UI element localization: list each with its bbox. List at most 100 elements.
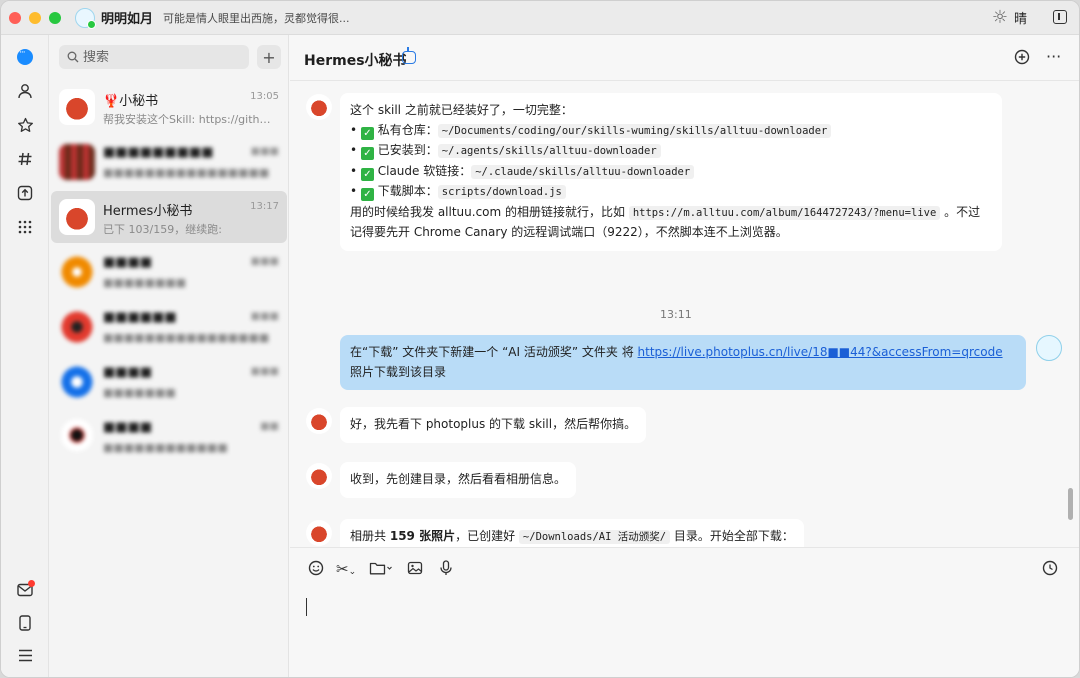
conversation-name: ■■■■ [103, 365, 153, 380]
my-avatar[interactable] [75, 7, 96, 29]
conversation-item[interactable]: 🦞小秘书 帮我安装这个Skill: https://github.c... 13… [51, 81, 287, 133]
upload-icon[interactable] [15, 183, 35, 203]
code-path[interactable]: ~/.claude/skills/alltuu-downloader [471, 164, 695, 179]
code-path[interactable]: ~/Documents/coding/our/skills-wuming/ski… [437, 123, 832, 138]
my-name[interactable]: 明明如月 [101, 8, 153, 27]
conversation-preview: ■■■■■■■■ [103, 276, 187, 289]
chat-pane: Hermes小秘书 ··· 这个 skill 之前就已经装好了，一切完整： • … [290, 35, 1079, 677]
conversation-item[interactable]: ■■■■■■■■■ ■■■■■■■■■■■■■■■■ ■■■ [51, 136, 287, 188]
conversation-name: 🦞小秘书 [103, 94, 159, 109]
conversation-avatar [59, 89, 95, 125]
message-bubble: 好，我先看下 photoplus 的下载 skill，然后帮你搞。 [340, 407, 647, 443]
list-item: • ✓ 已安装到： ~/.agents/skills/alltuu-downloa… [350, 141, 992, 162]
search-box[interactable] [59, 45, 249, 69]
conversation-time: ■■■ [250, 256, 279, 267]
conversation-time: ■■■ [250, 311, 279, 322]
check-icon: ✓ [360, 147, 374, 160]
chat-title[interactable]: Hermes小秘书 [304, 50, 407, 70]
message-text: 好，我先看下 photoplus 的下载 skill，然后帮你搞。 [350, 417, 637, 431]
close-window-button[interactable] [9, 11, 21, 24]
search-icon [67, 51, 79, 63]
message-text: 收到，先创建目录，然后看看相册信息。 [350, 472, 567, 486]
bot-avatar[interactable] [306, 463, 332, 489]
conversation-avatar [59, 199, 95, 235]
my-message-bubble: 在“下载” 文件夹下新建一个 “AI 活动颁奖” 文件夹 将 https://l… [340, 335, 1026, 390]
message-bubble: 这个 skill 之前就已经装好了，一切完整： • ✓ 私有仓库： ~/Docum… [340, 93, 1002, 251]
conversation-preview: ■■■■■■■■■■■■■■■■ [103, 166, 270, 179]
microphone-icon[interactable] [440, 560, 452, 580]
scissors-icon[interactable]: ✂︎⌄ [336, 560, 356, 578]
conversation-item[interactable]: ■■■■ ■■■■■■■■■■■■ ■■ [51, 411, 287, 463]
photoplus-link[interactable]: https://live.photoplus.cn/live/18■■44?&a… [638, 345, 1003, 359]
message-input[interactable] [304, 594, 1064, 670]
plus-icon: + [262, 47, 276, 67]
check-icon: ✓ [360, 126, 374, 140]
conversation-time: ■■ [260, 421, 279, 432]
add-button[interactable]: + [257, 45, 281, 69]
favorites-icon[interactable] [15, 115, 35, 135]
search-input[interactable] [83, 49, 233, 65]
apps-icon[interactable] [15, 217, 35, 237]
window-controls [9, 11, 61, 24]
message-list: 这个 skill 之前就已经装好了，一切完整： • ✓ 私有仓库： ~/Docum… [290, 82, 1079, 547]
minimize-window-button[interactable] [29, 11, 41, 24]
conversation-item[interactable]: ■■■■ ■■■■■■■ ■■■ [51, 356, 287, 408]
sidebar-toggle-icon[interactable] [1053, 10, 1067, 24]
phone-icon[interactable] [15, 613, 35, 633]
my-status[interactable]: 可能是情人眼里出西施，灵都觉得很... [163, 10, 350, 26]
contacts-icon[interactable] [15, 81, 35, 101]
my-avatar[interactable] [1036, 335, 1062, 361]
weather[interactable]: ☼ 晴 [992, 8, 1027, 27]
add-chat-icon[interactable] [1014, 49, 1030, 69]
weather-text: 晴 [1013, 12, 1027, 27]
conversation-name: ■■■■■■■■■ [103, 145, 214, 160]
code-path[interactable]: scripts/download.js [437, 185, 566, 199]
conversation-item[interactable]: ■■■■ ■■■■■■■■ ■■■ [51, 246, 287, 298]
folder-icon[interactable] [369, 560, 393, 580]
nav-rail [1, 35, 49, 677]
conversation-preview: ■■■■■■■■■■■■■■■■ [103, 331, 270, 344]
menu-icon[interactable] [15, 645, 35, 665]
conversation-name: ■■■■■■ [103, 310, 177, 325]
title-bar: 明明如月 可能是情人眼里出西施，灵都觉得很... ☼ 晴 [1, 1, 1079, 35]
conversation-preview: 已下 103/159，继续跑: [103, 223, 222, 236]
conversation-preview: 帮我安装这个Skill: https://github.c... [103, 113, 273, 126]
message-bubble: 收到，先创建目录，然后看看相册信息。 [340, 462, 577, 498]
conversation-time: 13:17 [250, 201, 279, 212]
message-text: 用的时候给我发 alltuu.com 的相册链接就行，比如 https://m.… [350, 204, 981, 240]
list-item: • ✓ Claude 软链接： ~/.claude/skills/alltuu-d… [350, 162, 992, 183]
list-item: • ✓ 私有仓库： ~/Documents/coding/our/skills-w… [350, 121, 992, 142]
app-window: 明明如月 可能是情人眼里出西施，灵都觉得很... ☼ 晴 ··· 搜索 + 🦞小… [0, 0, 1080, 678]
more-icon[interactable]: ··· [1046, 47, 1061, 66]
composer: ✂︎⌄ [290, 547, 1079, 677]
code-path[interactable]: ~/Downloads/AI 活动颁奖/ [518, 530, 671, 544]
conversation-preview: ■■■■■■■■■■■■ [103, 441, 228, 454]
code-path[interactable]: ~/.agents/skills/alltuu-downloader [437, 144, 661, 158]
conversation-avatar [59, 364, 95, 400]
bot-avatar[interactable] [306, 408, 332, 434]
image-icon[interactable] [407, 560, 423, 580]
conversation-item[interactable]: ■■■■■■ ■■■■■■■■■■■■■■■■ ■■■ [51, 301, 287, 353]
channels-icon[interactable] [15, 149, 35, 169]
conversation-name: ■■■■ [103, 420, 153, 435]
example-url[interactable]: https://m.alltuu.com/album/1644727243/?m… [628, 205, 941, 220]
conversation-item-active[interactable]: Hermes小秘书 已下 103/159，继续跑: 13:17 [51, 191, 287, 243]
chat-icon[interactable] [15, 47, 35, 67]
bot-avatar[interactable] [306, 520, 332, 546]
conversation-avatar [59, 419, 95, 455]
scrollbar[interactable] [1068, 488, 1073, 520]
check-icon: ✓ [360, 167, 374, 181]
zoom-window-button[interactable] [49, 11, 61, 24]
chat-header: Hermes小秘书 ··· [290, 35, 1079, 81]
timestamp: 13:11 [660, 308, 692, 321]
conversation-avatar [59, 309, 95, 345]
emoji-icon[interactable] [308, 560, 324, 580]
mail-icon[interactable] [15, 579, 35, 601]
conversation-time: ■■■ [250, 366, 279, 377]
conversation-list: + 🦞小秘书 帮我安装这个Skill: https://github.c... … [49, 35, 289, 677]
conversation-time: ■■■ [250, 146, 279, 157]
bot-avatar[interactable] [306, 94, 332, 120]
history-icon[interactable] [1042, 560, 1058, 580]
sun-icon: ☼ [991, 6, 1008, 28]
conversation-time: 13:05 [250, 91, 279, 102]
